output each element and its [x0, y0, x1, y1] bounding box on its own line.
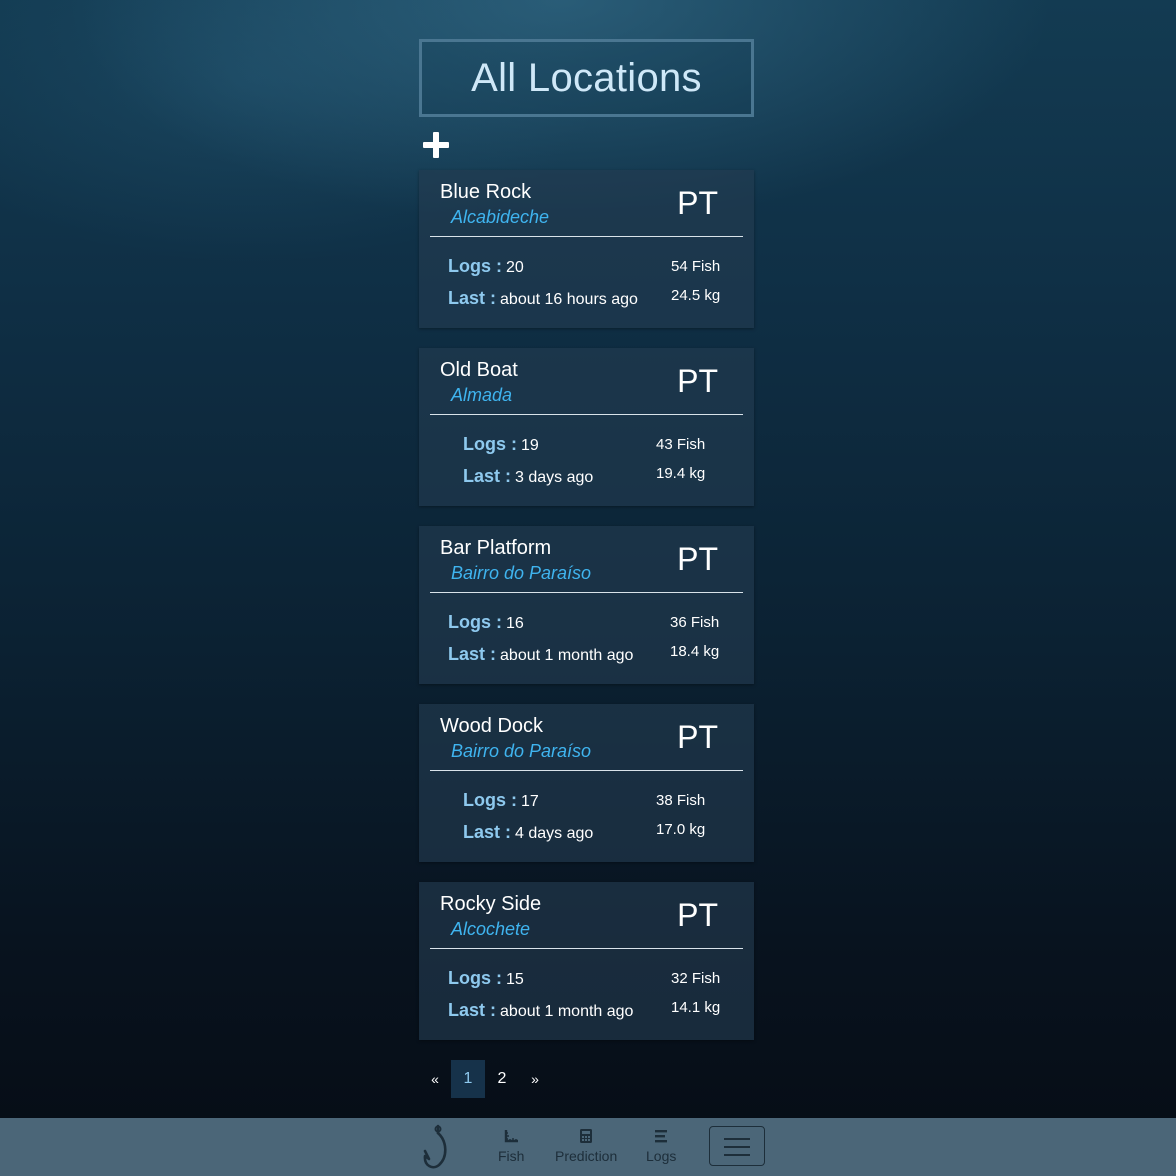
location-country: PT	[677, 541, 718, 577]
bottom-navbar: Fish Prediction Logs	[0, 1118, 1176, 1176]
divider	[430, 236, 743, 237]
divider	[430, 770, 743, 771]
last-value: about 16 hours ago	[500, 291, 638, 308]
logs-stat: Logs :17	[463, 790, 539, 811]
fish-weight: 14.1 kg	[671, 999, 721, 1016]
divider	[430, 948, 743, 949]
page-title: All Locations	[471, 55, 702, 100]
logs-stat: Logs :15	[448, 968, 524, 989]
location-city: Alcochete	[451, 919, 531, 939]
logs-value: 17	[521, 793, 539, 810]
location-name[interactable]: Blue Rock	[440, 181, 531, 204]
logs-stat: Logs :20	[448, 256, 524, 277]
last-stat: Last : about 16 hours ago	[448, 288, 638, 309]
location-city: Bairro do Paraíso	[451, 741, 592, 761]
last-stat: Last :3 days ago	[463, 466, 593, 487]
fish-count: 32 Fish	[671, 970, 721, 987]
fish-weight: 17.0 kg	[656, 821, 706, 838]
location-name[interactable]: Rocky Side	[440, 893, 541, 916]
location-card[interactable]: Rocky Side Alcochete PT Logs :15 Last :a…	[419, 882, 754, 1040]
location-name[interactable]: Wood Dock	[440, 715, 543, 738]
logs-value: 20	[506, 259, 524, 276]
fish-weight: 19.4 kg	[656, 465, 706, 482]
logs-stat: Logs :19	[463, 434, 539, 455]
last-value: 4 days ago	[515, 825, 594, 842]
logs-label: Logs :	[448, 968, 502, 988]
last-value: about 1 month ago	[500, 1003, 634, 1020]
nav-item-label: Fish	[498, 1148, 525, 1164]
location-card[interactable]: Blue Rock Alcabideche PT Logs :20 Last :…	[419, 170, 754, 328]
fish-weight: 18.4 kg	[670, 643, 720, 660]
divider	[430, 414, 743, 415]
divider	[430, 592, 743, 593]
fish-count: 36 Fish	[670, 614, 720, 631]
nav-item-label: Logs	[646, 1148, 677, 1164]
last-label: Last :	[448, 1000, 497, 1020]
logs-label: Logs :	[463, 434, 517, 454]
nav-item-label: Prediction	[555, 1148, 618, 1164]
location-card[interactable]: Bar Platform Bairro do Paraíso PT Logs :…	[419, 526, 754, 684]
add-location-button[interactable]	[423, 132, 449, 158]
pagination-page-1[interactable]: 1	[451, 1060, 485, 1098]
location-card[interactable]: Old Boat Almada PT Logs :19 Last :3 days…	[419, 348, 754, 506]
ruler-icon	[505, 1130, 519, 1143]
location-name[interactable]: Old Boat	[440, 359, 518, 382]
location-city: Bairro do Paraíso	[451, 563, 592, 583]
fish-count: 54 Fish	[671, 258, 721, 275]
nav-item-logs[interactable]: Logs	[646, 1127, 676, 1164]
fish-count: 43 Fish	[656, 436, 706, 453]
location-card[interactable]: Wood Dock Bairro do Paraíso PT Logs :17 …	[419, 704, 754, 862]
logs-value: 15	[506, 971, 524, 988]
last-label: Last :	[448, 288, 497, 308]
nav-item-prediction[interactable]: Prediction	[555, 1127, 617, 1164]
last-label: Last :	[463, 822, 512, 842]
last-stat: Last :4 days ago	[463, 822, 593, 843]
list-icon	[655, 1130, 668, 1143]
fish-count: 38 Fish	[656, 792, 706, 809]
page-title-box: All Locations	[419, 39, 754, 117]
pagination-page-2[interactable]: 2	[485, 1060, 519, 1098]
location-name[interactable]: Bar Platform	[440, 537, 551, 560]
location-list: Blue Rock Alcabideche PT Logs :20 Last :…	[419, 170, 754, 1060]
location-city: Alcabideche	[451, 207, 550, 227]
pagination: « 1 2 »	[419, 1060, 551, 1098]
logs-stat: Logs :16	[448, 612, 524, 633]
hamburger-menu-icon[interactable]	[709, 1126, 765, 1166]
logs-label: Logs :	[448, 612, 502, 632]
nav-item-fish[interactable]: Fish	[498, 1127, 524, 1164]
location-country: PT	[677, 185, 718, 221]
location-city: Almada	[451, 385, 513, 405]
last-stat: Last : about 1 month ago	[448, 1000, 633, 1021]
last-value: about 1 month ago	[500, 647, 634, 664]
last-label: Last :	[463, 466, 512, 486]
logs-value: 19	[521, 437, 539, 454]
location-country: PT	[677, 363, 718, 399]
logs-value: 16	[506, 615, 524, 632]
fish-weight: 24.5 kg	[671, 287, 721, 304]
logs-label: Logs :	[448, 256, 502, 276]
last-value: 3 days ago	[515, 469, 594, 486]
pagination-prev[interactable]: «	[419, 1060, 451, 1098]
last-label: Last :	[448, 644, 497, 664]
pagination-next[interactable]: »	[519, 1060, 551, 1098]
logs-label: Logs :	[463, 790, 517, 810]
last-stat: Last : about 1 month ago	[448, 644, 633, 665]
location-country: PT	[677, 719, 718, 755]
fish-hook-icon[interactable]	[421, 1123, 451, 1171]
location-country: PT	[677, 897, 718, 933]
calculator-icon	[580, 1129, 593, 1143]
